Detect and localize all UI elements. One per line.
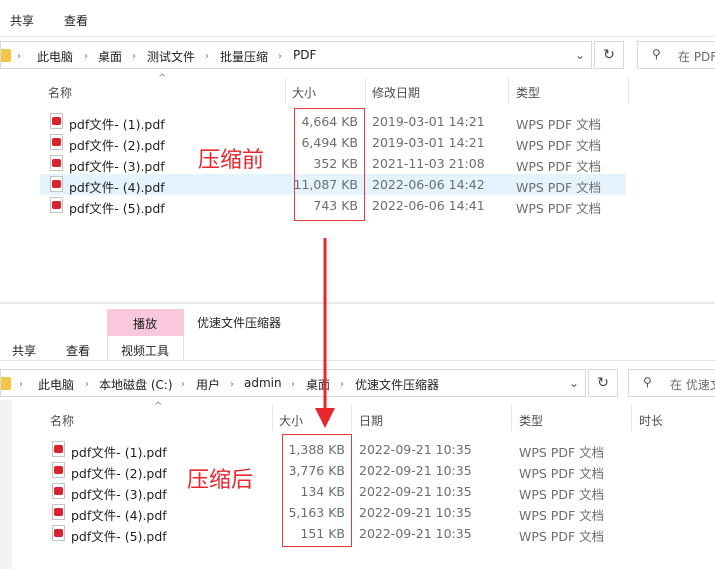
file-type: WPS PDF 文档 [519,466,605,481]
ribbon-divider [0,360,715,361]
pdf-file-icon [52,483,65,499]
annotation-after: 压缩后 [187,468,254,493]
column-header-size[interactable]: 大小 [279,412,303,429]
pdf-file-icon [50,197,63,213]
file-type: WPS PDF 文档 [519,508,605,523]
pdf-file-icon [52,504,65,520]
file-date: 2022-09-21 10:35 [359,505,472,520]
pdf-file-icon [50,155,63,171]
column-divider[interactable] [631,405,632,431]
chevron-down-icon[interactable]: ⌄ [575,48,585,62]
chevron-down-icon[interactable]: ⌄ [569,376,579,390]
column-header-date[interactable]: 修改日期 [372,84,420,101]
column-header-type[interactable]: 类型 [516,84,540,101]
pdf-file-icon [50,113,63,129]
file-name: pdf文件- (5).pdf [71,529,167,544]
file-name: pdf文件- (4).pdf [71,508,167,523]
file-type: WPS PDF 文档 [519,529,605,544]
navigation-pane-edge[interactable] [0,400,12,569]
column-header-name[interactable]: 名称 [50,412,74,429]
file-name: pdf文件- (5).pdf [69,201,165,216]
column-header-type[interactable]: 类型 [519,412,543,429]
column-header-size[interactable]: 大小 [292,84,316,101]
file-date: 2022-09-21 10:35 [359,484,472,499]
file-date: 2022-09-21 10:35 [359,442,472,457]
pdf-file-icon [52,462,65,478]
ribbon-tab-video-tools[interactable]: 视频工具 [121,342,169,359]
file-name: pdf文件- (3).pdf [71,487,167,502]
search-box[interactable]: ⚲ 在 优速文 [628,369,715,397]
column-divider[interactable] [285,78,286,104]
breadcrumb-item[interactable]: 本地磁盘 (C:) [99,376,173,393]
file-name: pdf文件- (2).pdf [71,466,167,481]
file-type: WPS PDF 文档 [516,180,602,195]
refresh-icon[interactable]: ↻ [588,369,618,397]
breadcrumb-item[interactable]: admin [244,376,282,390]
file-date: 2022-06-06 14:42 [372,177,485,192]
address-bar[interactable]: › 此电脑 › 桌面 › 测试文件 › 批量压缩 › PDF ⌄ [0,41,592,69]
column-header-name[interactable]: 名称 [48,84,72,101]
breadcrumb-item[interactable]: 此电脑 [37,48,73,65]
breadcrumb-item[interactable]: 优速文件压缩器 [355,376,439,393]
search-placeholder: 在 优速文 [670,378,715,392]
folder-icon [1,49,11,62]
file-date: 2022-09-21 10:35 [359,463,472,478]
file-date: 2019-03-01 14:21 [372,114,485,129]
comparison-arrow-icon [315,238,335,428]
file-name: pdf文件- (3).pdf [69,159,165,174]
column-divider[interactable] [272,405,273,431]
size-highlight-box [282,434,352,547]
ribbon-tab-view[interactable]: 查看 [66,342,90,359]
search-icon: ⚲ [643,375,652,389]
file-type: WPS PDF 文档 [516,159,602,174]
file-type: WPS PDF 文档 [519,445,605,460]
column-header-date[interactable]: 日期 [359,412,383,429]
breadcrumb-item[interactable]: 测试文件 [147,48,195,65]
column-divider[interactable] [365,78,366,104]
annotation-before: 压缩前 [198,148,265,173]
file-name: pdf文件- (1).pdf [69,117,165,132]
column-divider[interactable] [351,405,352,431]
search-box[interactable]: ⚲ 在 PDF [637,41,715,69]
pdf-file-icon [52,441,65,457]
file-type: WPS PDF 文档 [516,117,602,132]
sort-arrow-icon: ^ [154,401,163,412]
file-date: 2022-06-06 14:41 [372,198,485,213]
breadcrumb-item[interactable]: 桌面 [98,48,122,65]
column-header-duration[interactable]: 时长 [639,412,663,429]
breadcrumb-item[interactable]: 此电脑 [38,376,74,393]
ribbon-divider [0,36,715,37]
size-highlight-box [294,108,365,221]
file-name: pdf文件- (2).pdf [69,138,165,153]
ribbon-tab-view[interactable]: 查看 [64,12,88,29]
context-tab-group-label: 播放 [133,317,158,331]
file-type: WPS PDF 文档 [516,201,602,216]
file-name: pdf文件- (4).pdf [69,180,165,195]
pdf-file-icon [50,134,63,150]
window-title: 优速文件压缩器 [197,316,282,330]
file-type: WPS PDF 文档 [519,487,605,502]
column-divider[interactable] [511,405,512,431]
pdf-file-icon [52,525,65,541]
ribbon-tab-share[interactable]: 共享 [10,12,34,29]
breadcrumb-item[interactable]: PDF [293,48,316,62]
column-divider[interactable] [628,78,629,104]
breadcrumb-item[interactable]: 用户 [196,376,220,393]
screenshot-divider [0,302,715,304]
breadcrumb-item[interactable]: 批量压缩 [220,48,268,65]
file-date: 2021-11-03 21:08 [372,156,485,171]
refresh-icon[interactable]: ↻ [594,41,624,69]
column-divider[interactable] [508,78,509,104]
ribbon-tab-share[interactable]: 共享 [12,342,36,359]
sort-arrow-icon: ^ [158,73,167,84]
file-date: 2019-03-01 14:21 [372,135,485,150]
file-date: 2022-09-21 10:35 [359,526,472,541]
search-placeholder: 在 PDF [678,50,715,64]
address-bar[interactable]: › 此电脑 › 本地磁盘 (C:) › 用户 › admin › 桌面 › 优速… [0,369,586,397]
file-name: pdf文件- (1).pdf [71,445,167,460]
folder-icon [1,377,11,390]
file-type: WPS PDF 文档 [516,138,602,153]
search-icon: ⚲ [652,47,661,61]
pdf-file-icon [50,176,63,192]
